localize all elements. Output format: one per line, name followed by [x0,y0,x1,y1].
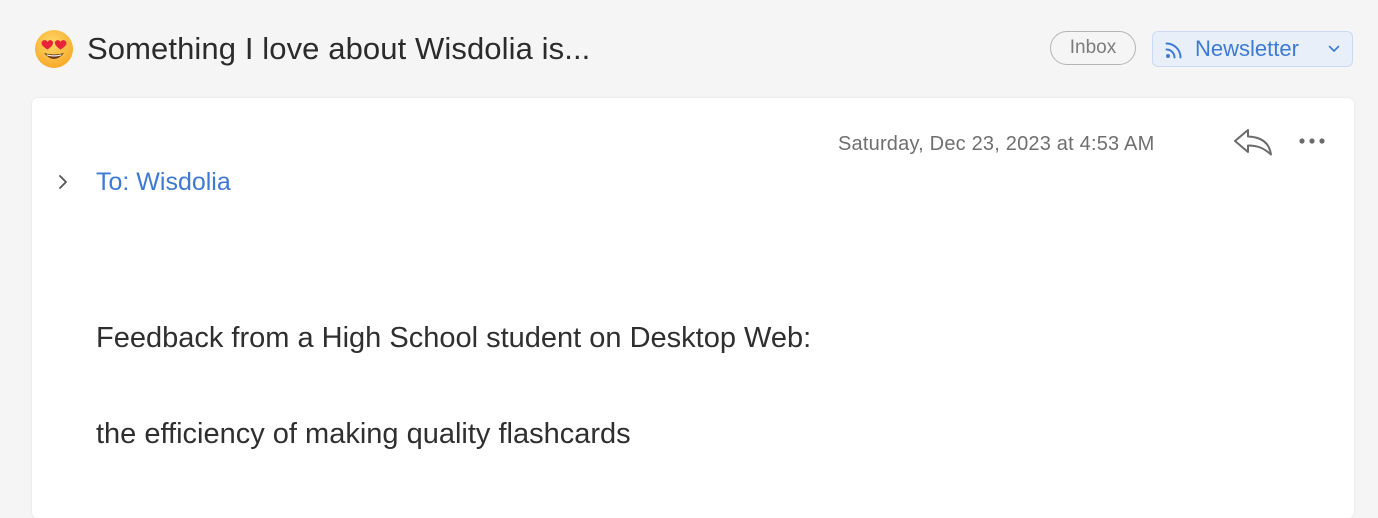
heart-eyes-emoji-icon [35,30,73,68]
expand-recipients-chevron-icon[interactable] [56,173,70,191]
subject-title: Something I love about Wisdolia is... [87,31,591,66]
chevron-down-icon [1328,45,1340,52]
newsletter-category-dropdown[interactable]: Newsletter [1152,31,1353,67]
reply-icon[interactable] [1232,126,1276,158]
message-header: Something I love about Wisdolia is... In… [0,0,1378,98]
message-body-line: Feedback from a High School student on D… [96,322,812,354]
recipient-to-line[interactable]: To: Wisdolia [96,166,231,198]
message-date: Saturday, Dec 23, 2023 at 4:53 AM [838,133,1155,155]
message-card: Saturday, Dec 23, 2023 at 4:53 AM To: Wi… [32,98,1354,518]
inbox-label-badge[interactable]: Inbox [1050,31,1136,65]
message-body-line: the efficiency of making quality flashca… [96,418,631,450]
newsletter-label: Newsletter [1195,36,1299,61]
rss-icon [1165,42,1182,59]
more-options-icon[interactable] [1297,133,1329,149]
